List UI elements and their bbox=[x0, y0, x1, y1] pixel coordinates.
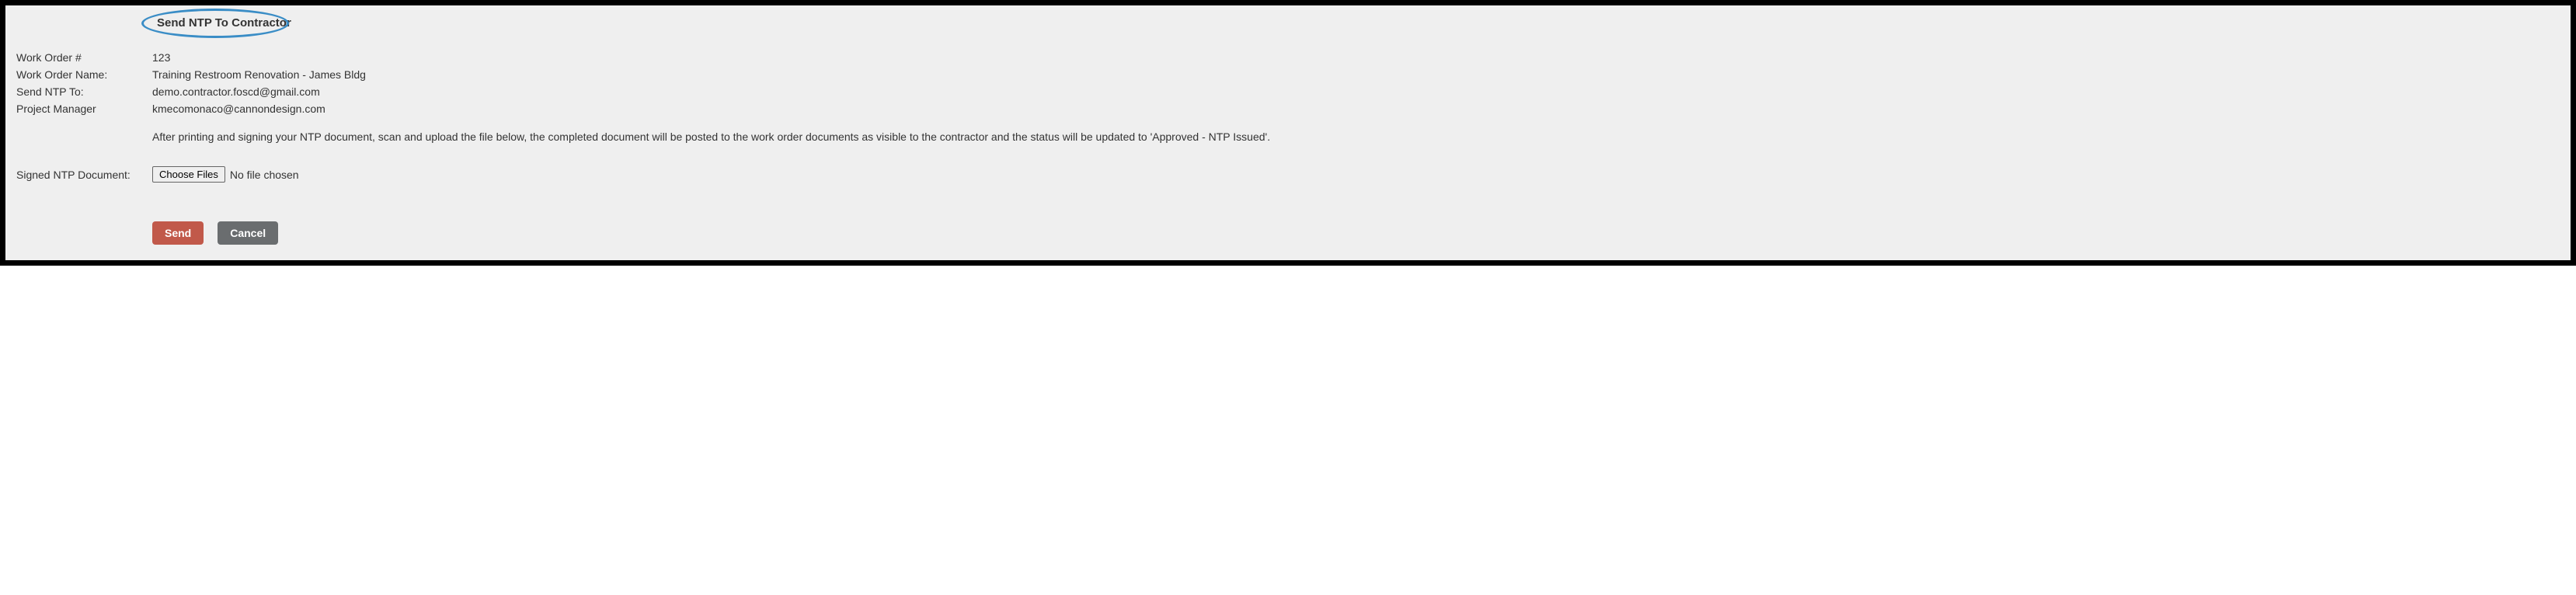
send-ntp-to-label: Send NTP To: bbox=[16, 85, 152, 98]
send-button[interactable]: Send bbox=[152, 221, 204, 245]
upload-row: Signed NTP Document: Choose Files No fil… bbox=[16, 166, 2560, 183]
file-chosen-status: No file chosen bbox=[230, 169, 299, 181]
field-grid: Work Order # 123 Work Order Name: Traini… bbox=[16, 51, 2560, 115]
dialog-header: Send NTP To Contractor bbox=[152, 16, 2560, 30]
project-manager-value: kmecomonaco@cannondesign.com bbox=[152, 103, 2560, 115]
choose-files-button[interactable]: Choose Files bbox=[152, 166, 225, 183]
work-order-num-value: 123 bbox=[152, 51, 2560, 64]
title-wrap: Send NTP To Contractor bbox=[152, 16, 296, 30]
work-order-num-label: Work Order # bbox=[16, 51, 152, 64]
upload-control: Choose Files No file chosen bbox=[152, 166, 299, 183]
outer-frame: Send NTP To Contractor Work Order # 123 … bbox=[0, 0, 2576, 266]
instructions-text: After printing and signing your NTP docu… bbox=[152, 130, 2560, 143]
dialog-title: Send NTP To Contractor bbox=[152, 16, 296, 30]
signed-ntp-label: Signed NTP Document: bbox=[16, 169, 152, 181]
send-ntp-to-value: demo.contractor.foscd@gmail.com bbox=[152, 85, 2560, 98]
dialog-panel: Send NTP To Contractor Work Order # 123 … bbox=[5, 5, 2571, 261]
work-order-name-value: Training Restroom Renovation - James Bld… bbox=[152, 68, 2560, 81]
cancel-button[interactable]: Cancel bbox=[218, 221, 278, 245]
work-order-name-label: Work Order Name: bbox=[16, 68, 152, 81]
action-buttons: Send Cancel bbox=[152, 221, 2560, 245]
project-manager-label: Project Manager bbox=[16, 103, 152, 115]
